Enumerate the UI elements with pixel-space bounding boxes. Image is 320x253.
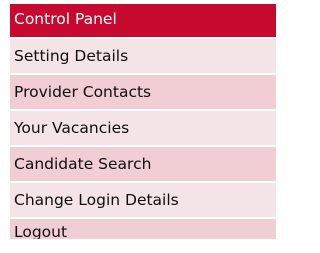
menu-item-provider-contacts[interactable]: Provider Contacts <box>10 75 276 109</box>
menu-item-logout[interactable]: Logout <box>10 219 276 239</box>
menu-item-control-panel[interactable]: Control Panel <box>10 4 276 37</box>
menu-item-your-vacancies[interactable]: Your Vacancies <box>10 111 276 145</box>
side-menu: Control Panel Setting Details Provider C… <box>10 4 276 239</box>
menu-item-setting-details[interactable]: Setting Details <box>10 39 276 73</box>
menu-item-change-login-details[interactable]: Change Login Details <box>10 183 276 217</box>
menu-item-candidate-search[interactable]: Candidate Search <box>10 147 276 181</box>
